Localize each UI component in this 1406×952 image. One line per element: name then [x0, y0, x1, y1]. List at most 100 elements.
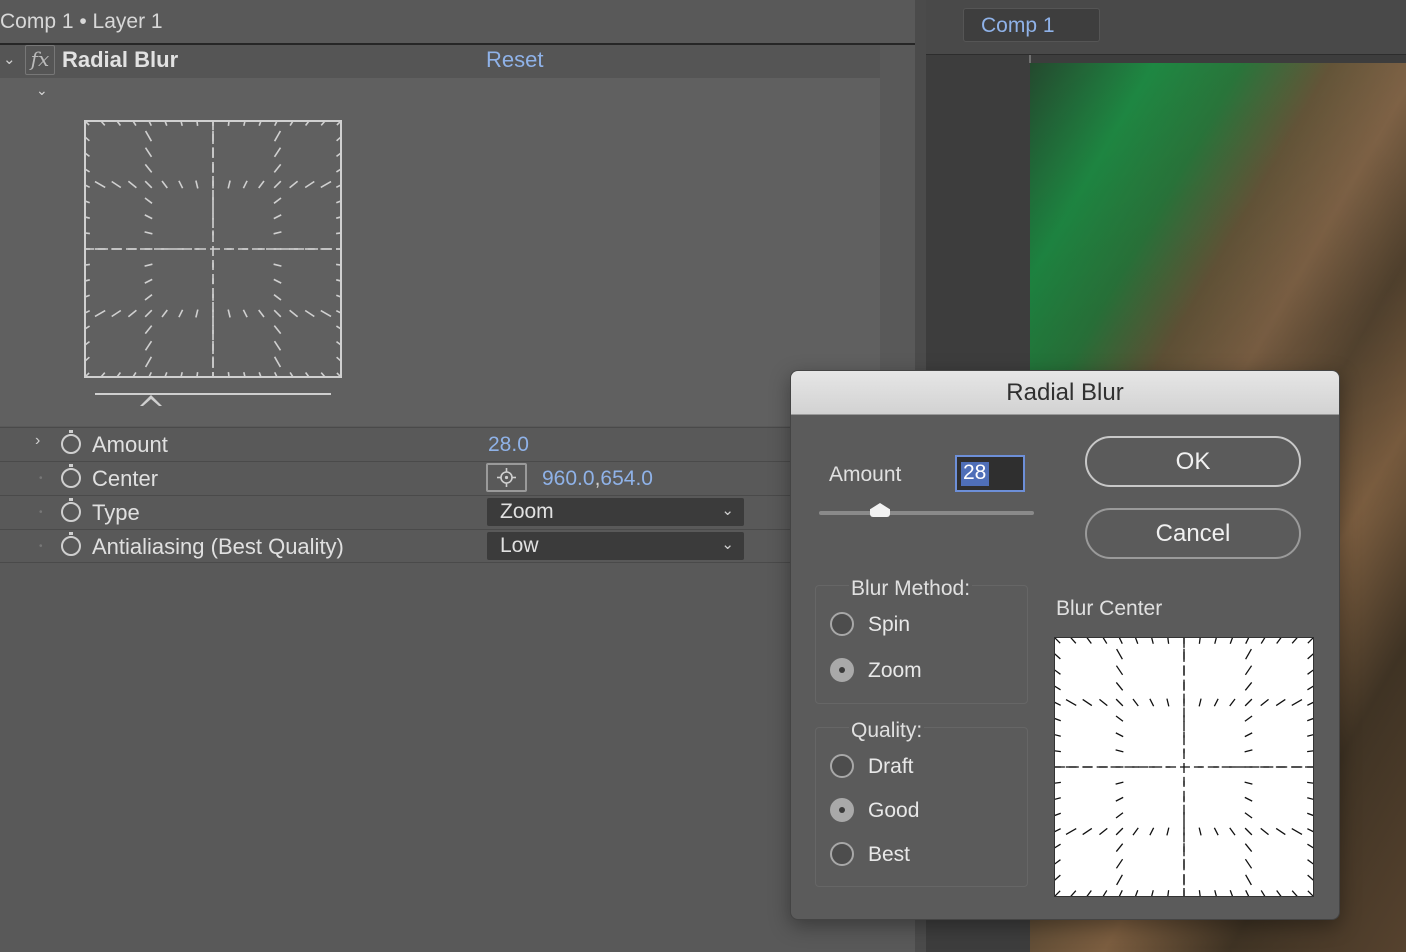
- radial-blur-preview[interactable]: [84, 120, 342, 378]
- property-label-antialiasing: Antialiasing (Best Quality): [92, 534, 344, 559]
- blur-ray: [144, 278, 153, 284]
- blur-ray: [1213, 698, 1219, 707]
- blur-ray: [144, 180, 153, 189]
- blur-ray: [1276, 890, 1282, 896]
- tab-comp-1[interactable]: Comp 1: [963, 8, 1100, 42]
- preview-slider-thumb-inner: [143, 399, 159, 406]
- blur-ray: [1260, 638, 1266, 644]
- radio-label-spin[interactable]: Spin: [868, 613, 910, 637]
- amount-slider-track[interactable]: [819, 511, 1034, 515]
- blur-ray: [273, 325, 282, 335]
- blur-ray: [1260, 890, 1266, 896]
- blur-ray: [1307, 828, 1313, 833]
- chevron-down-icon[interactable]: ⌄: [36, 82, 48, 99]
- fx-icon[interactable]: fx: [25, 45, 55, 75]
- blur-ray: [1166, 698, 1170, 707]
- blur-ray: [1149, 827, 1155, 836]
- blur-ray: [144, 130, 153, 142]
- blur-ray: [1149, 698, 1155, 707]
- blur-ray: [1307, 685, 1313, 691]
- blur-center-picker[interactable]: [1054, 637, 1314, 897]
- radio-spin[interactable]: [830, 612, 854, 636]
- stopwatch-icon[interactable]: [61, 430, 81, 454]
- blur-ray: [1276, 638, 1282, 644]
- blur-ray: [1307, 701, 1313, 706]
- antialiasing-dropdown[interactable]: Low ⌄: [487, 532, 744, 560]
- blur-ray: [144, 309, 153, 318]
- blur-method-title: Blur Method:: [849, 577, 973, 601]
- blur-ray: [144, 325, 153, 335]
- radio-best[interactable]: [830, 842, 854, 866]
- blur-ray: [1082, 698, 1093, 707]
- amount-value[interactable]: 28.0: [488, 433, 529, 457]
- reset-button[interactable]: Reset: [486, 47, 543, 73]
- stopwatch-icon[interactable]: [61, 532, 81, 556]
- blur-ray: [273, 278, 282, 284]
- blur-ray: [1102, 638, 1108, 644]
- blur-ray: [1244, 812, 1253, 819]
- ok-button[interactable]: OK: [1085, 436, 1301, 487]
- cancel-button[interactable]: Cancel: [1085, 508, 1301, 559]
- blur-ray: [1198, 827, 1202, 836]
- stopwatch-icon[interactable]: [61, 464, 81, 488]
- blur-ray: [227, 120, 230, 127]
- blur-ray: [1307, 734, 1313, 737]
- blur-ray: [1055, 828, 1061, 833]
- blur-ray: [111, 309, 122, 318]
- stopwatch-icon[interactable]: [61, 498, 81, 522]
- blur-ray: [1055, 669, 1061, 675]
- radio-label-best[interactable]: Best: [868, 843, 910, 867]
- blur-ray: [258, 180, 265, 189]
- blur-ray: [178, 309, 184, 318]
- blur-ray: [1307, 890, 1313, 896]
- blur-ray: [1115, 858, 1124, 869]
- center-x-value[interactable]: 960.0: [542, 467, 595, 490]
- blur-ray: [1151, 638, 1154, 644]
- blur-ray: [273, 147, 282, 158]
- radio-zoom[interactable]: [830, 658, 854, 682]
- blur-ray: [144, 214, 153, 220]
- blur-ray: [144, 294, 153, 301]
- blur-ray: [1244, 781, 1253, 785]
- blur-ray: [1082, 827, 1093, 836]
- blur-method-group: [815, 585, 1028, 704]
- blur-ray: [1166, 827, 1170, 836]
- blur-ray: [1099, 827, 1108, 836]
- chevron-right-icon[interactable]: ›: [35, 432, 40, 450]
- blur-ray: [144, 340, 153, 351]
- preview-slider-track[interactable]: [95, 393, 331, 395]
- radio-good[interactable]: [830, 798, 854, 822]
- row-dot: •: [39, 541, 43, 552]
- blur-ray: [1116, 874, 1123, 886]
- crosshair-icon[interactable]: [486, 463, 527, 492]
- blur-ray: [1065, 828, 1077, 835]
- blur-ray: [1260, 827, 1269, 836]
- blur-ray: [1055, 638, 1061, 644]
- blur-ray: [1244, 749, 1253, 753]
- radio-label-draft[interactable]: Draft: [868, 755, 914, 779]
- property-label-center: Center: [92, 466, 159, 491]
- blur-ray: [1134, 638, 1139, 644]
- panel-title: Comp 1 • Layer 1: [0, 10, 163, 33]
- blur-ray: [161, 309, 168, 318]
- center-value[interactable]: 960.0,654.0: [542, 467, 653, 491]
- radio-label-good[interactable]: Good: [868, 799, 919, 823]
- blur-ray: [1214, 890, 1217, 896]
- blur-ray: [273, 180, 282, 189]
- amount-slider-thumb[interactable]: [870, 503, 890, 517]
- blur-ray: [273, 197, 282, 204]
- blur-ray: [273, 130, 282, 142]
- center-y-value[interactable]: 654.0: [600, 467, 653, 490]
- blur-ray: [1086, 638, 1092, 644]
- divider: [0, 562, 800, 563]
- radio-draft[interactable]: [830, 754, 854, 778]
- blur-ray: [289, 180, 299, 189]
- blur-center-label: Blur Center: [1056, 597, 1163, 620]
- blur-ray: [1214, 638, 1217, 644]
- radio-label-zoom[interactable]: Zoom: [868, 659, 922, 683]
- blur-ray: [242, 309, 248, 318]
- amount-input-value[interactable]: 28: [963, 461, 986, 485]
- blur-ray: [1307, 812, 1313, 817]
- type-dropdown[interactable]: Zoom ⌄: [487, 498, 744, 526]
- chevron-down-icon[interactable]: ⌄: [3, 50, 16, 68]
